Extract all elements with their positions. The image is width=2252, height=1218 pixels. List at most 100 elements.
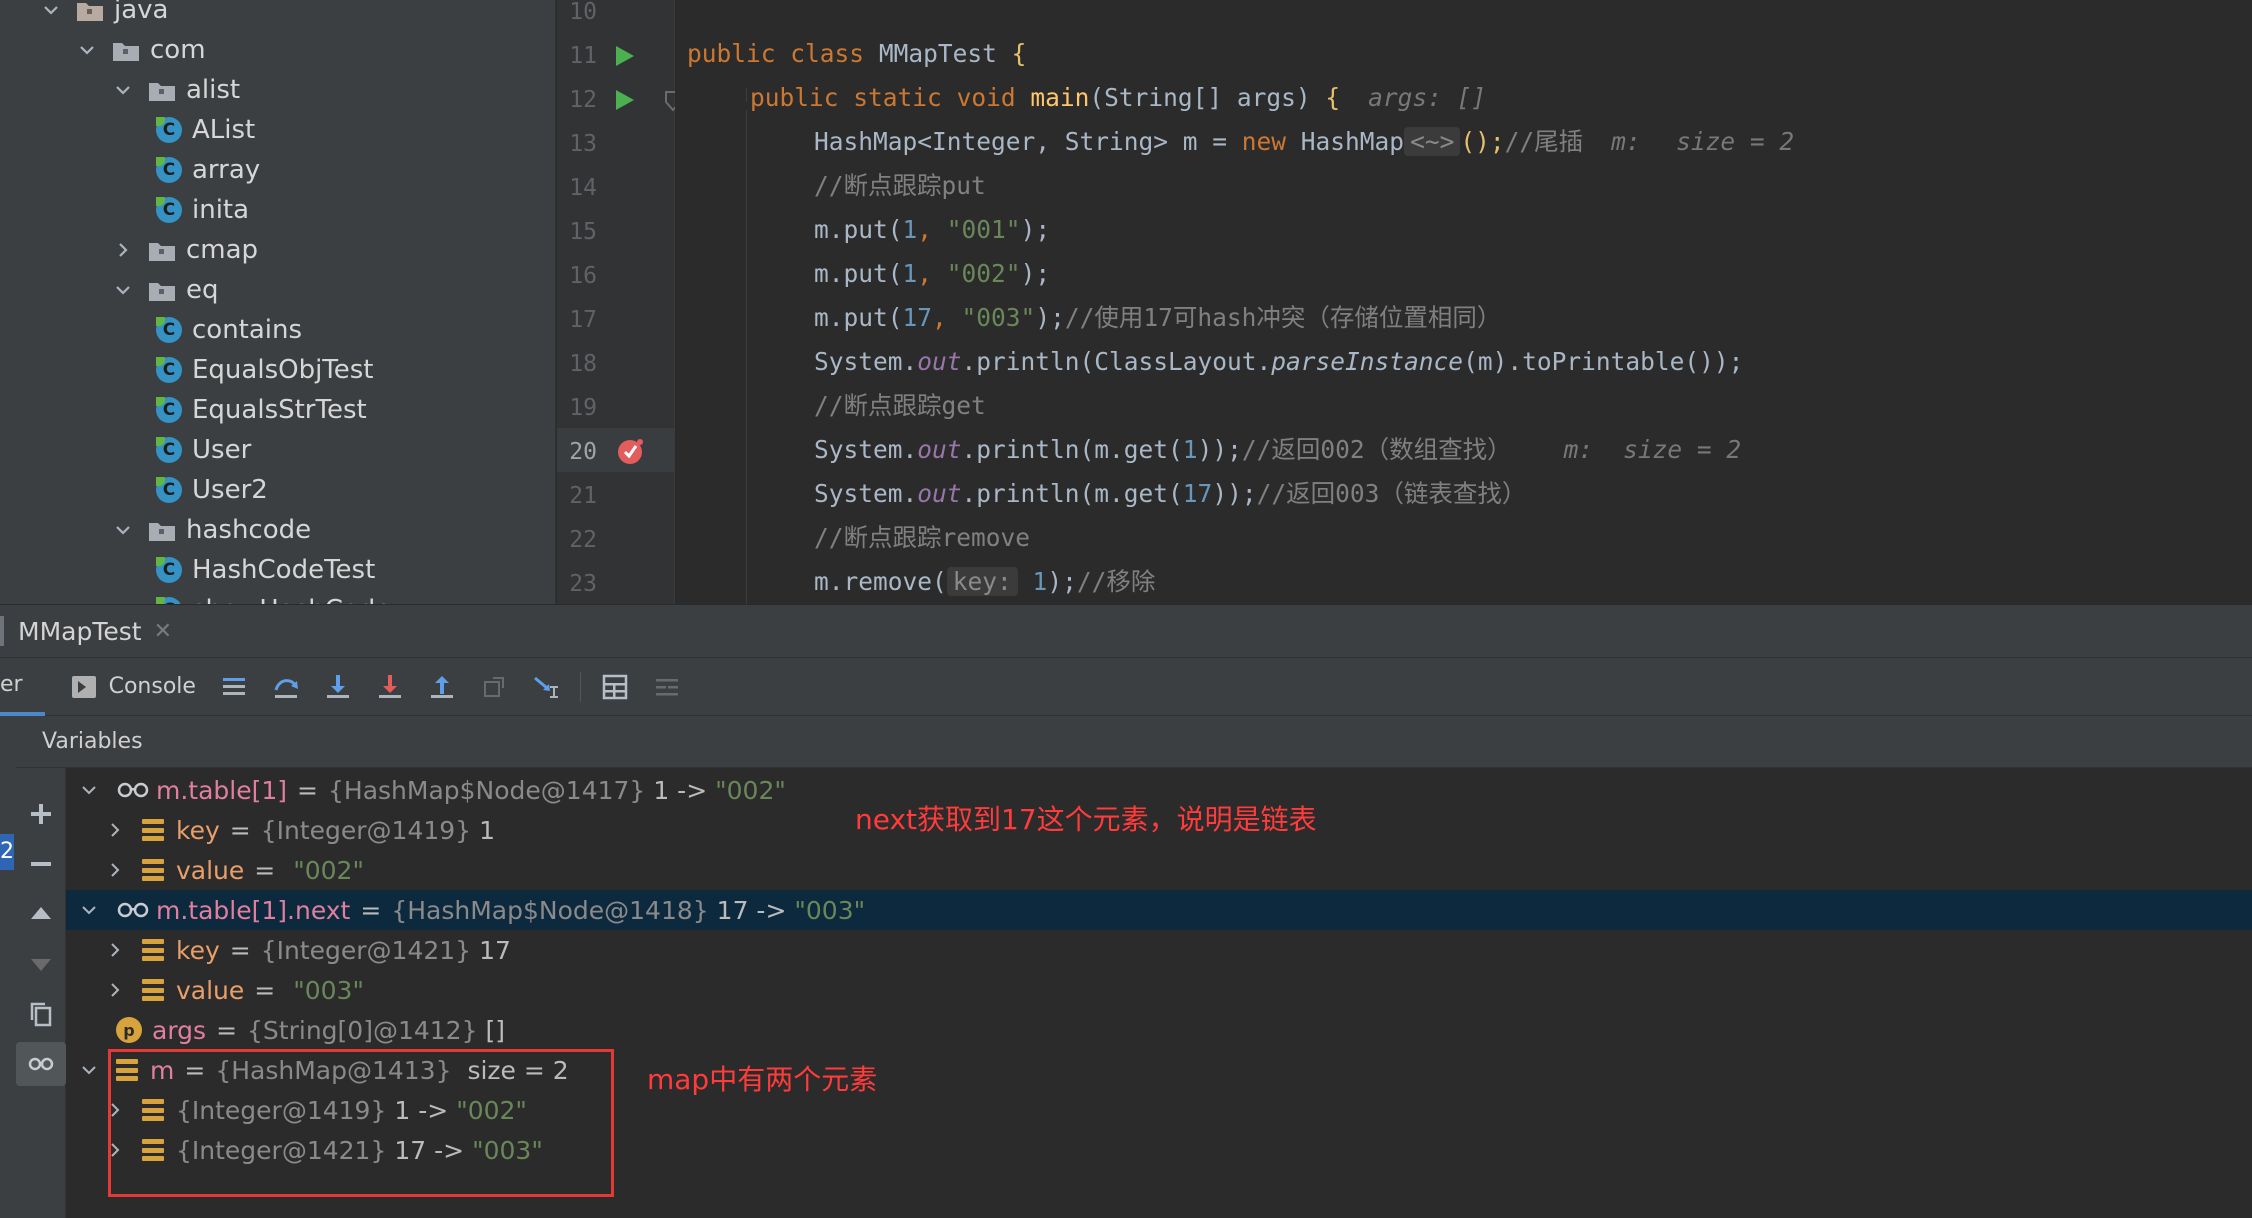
step-over-icon[interactable]	[268, 669, 304, 705]
chevron-right-icon[interactable]	[112, 239, 134, 261]
run-class-icon[interactable]	[614, 44, 636, 68]
tree-item-label: EqualsStrTest	[192, 395, 367, 425]
tree-item-label: User	[192, 435, 252, 465]
step-into-icon[interactable]	[320, 669, 356, 705]
tree-folder-item[interactable]: eq	[0, 270, 219, 310]
tree-item-label: inita	[192, 195, 250, 225]
console-icon	[71, 675, 96, 698]
move-down-icon[interactable]	[16, 942, 66, 986]
line-number[interactable]: 18	[557, 342, 597, 386]
tab-debugger[interactable]: er	[0, 658, 45, 716]
chevron-right-icon[interactable]	[104, 819, 126, 841]
chevron-down-icon[interactable]	[112, 519, 134, 541]
chevron-down-icon[interactable]	[40, 0, 62, 21]
variable-name: m.table[1]	[156, 775, 288, 805]
tree-class-item[interactable]: Carray	[0, 150, 260, 190]
line-number[interactable]: 10	[557, 0, 597, 34]
tree-folder-item[interactable]: alist	[0, 70, 240, 110]
variables-header: Variables	[16, 716, 2252, 768]
variable-equals: =	[229, 815, 251, 845]
variable-row[interactable]: p args = {String[0]@1412}[]	[66, 1010, 2252, 1050]
tree-class-item[interactable]: C EqualsStrTest	[0, 390, 367, 430]
debug-tab-strip: MMapTest ✕	[0, 604, 2252, 658]
package-folder-icon	[112, 39, 140, 61]
code-line-20: System.out.println(m.get(1));//返回002（数组查…	[814, 435, 1742, 464]
evaluate-expression-icon[interactable]	[597, 669, 633, 705]
tab-console[interactable]: Console	[71, 674, 196, 699]
chevron-right-icon[interactable]	[104, 979, 126, 1001]
chevron-down-icon[interactable]	[112, 79, 134, 101]
line-number[interactable]: 17	[557, 298, 597, 342]
step-out-icon[interactable]	[424, 669, 460, 705]
line-number[interactable]: 16	[557, 254, 597, 298]
line-number[interactable]: 13	[557, 122, 597, 166]
chevron-down-icon[interactable]	[78, 779, 100, 801]
tree-class-item[interactable]: C HashCodeTest	[0, 550, 375, 590]
add-watch-icon[interactable]	[16, 792, 66, 836]
show-watches-icon[interactable]	[16, 1042, 66, 1086]
project-tree: java com alist C AList Carray Cinita cmap eq Ccon…	[0, 0, 556, 604]
variable-name: args	[152, 1015, 207, 1045]
chevron-right-icon[interactable]	[104, 939, 126, 961]
tree-folder-item[interactable]: com	[0, 30, 206, 70]
line-number[interactable]: 15	[557, 210, 597, 254]
frames-layout-icon[interactable]	[216, 669, 252, 705]
line-number[interactable]: 19	[557, 386, 597, 430]
tree-class-item[interactable]: Ccontains	[0, 310, 302, 350]
trace-stream-icon[interactable]	[649, 669, 685, 705]
line-number[interactable]: 22	[557, 518, 597, 562]
chevron-down-icon[interactable]	[76, 39, 98, 61]
package-folder-icon	[148, 239, 176, 261]
breakpoint-icon[interactable]	[616, 436, 646, 466]
tree-class-item[interactable]: Cinita	[0, 190, 249, 230]
tree-folder-item[interactable]: java	[0, 0, 168, 30]
package-folder-icon	[148, 79, 176, 101]
java-class-icon: C	[156, 557, 182, 583]
field-icon	[142, 859, 164, 881]
remove-watch-icon[interactable]	[16, 842, 66, 886]
drop-frame-icon[interactable]	[476, 669, 512, 705]
chevron-down-icon[interactable]	[78, 1059, 100, 1081]
chevron-down-icon[interactable]	[112, 279, 134, 301]
variable-string-value: "003"	[293, 975, 364, 1005]
variable-name: value	[176, 975, 245, 1005]
close-tab-icon[interactable]: ✕	[154, 619, 172, 644]
tree-class-item[interactable]: CshowHashCode	[0, 590, 391, 604]
tree-class-item[interactable]: C AList	[0, 110, 255, 150]
variable-row[interactable]: value = "003"	[66, 970, 2252, 1010]
tree-item-label: java	[114, 0, 169, 25]
copy-icon[interactable]	[16, 992, 66, 1036]
code-line-11: public class MMapTest {	[687, 39, 1027, 68]
line-number[interactable]: 20	[557, 430, 597, 474]
annotation-next-note: next获取到17这个元素，说明是链表	[855, 803, 1317, 836]
debug-tab-mmaptest[interactable]: MMapTest ✕	[18, 617, 172, 646]
tree-item-label: com	[150, 35, 206, 65]
variable-row[interactable]: m.table[1].next = {HashMap$Node@1418} 17 ->…	[66, 890, 2252, 930]
variable-row[interactable]: key = {Integer@1421} 17	[66, 930, 2252, 970]
tree-folder-item[interactable]: cmap	[0, 230, 258, 270]
variable-type: {Integer@1421}	[260, 935, 472, 965]
move-up-icon[interactable]	[16, 892, 66, 936]
run-to-cursor-icon[interactable]	[528, 669, 564, 705]
tree-class-item[interactable]: C User	[0, 430, 251, 470]
tree-class-item[interactable]: C EqualsObjTest	[0, 350, 374, 390]
run-main-icon[interactable]	[614, 88, 636, 112]
line-number[interactable]: 21	[557, 474, 597, 518]
force-step-into-icon[interactable]	[372, 669, 408, 705]
line-number[interactable]: 23	[557, 562, 597, 606]
line-number[interactable]: 11	[557, 34, 597, 78]
variable-equals: =	[254, 855, 276, 885]
tree-item-label: HashCodeTest	[192, 555, 376, 585]
code-line-14: //断点跟踪put	[814, 171, 986, 200]
line-number[interactable]: 12	[557, 78, 597, 122]
variable-row[interactable]: value = "002"	[66, 850, 2252, 890]
code-editor[interactable]: public class MMapTest { public static vo…	[675, 0, 2252, 604]
frame-badge[interactable]: 2	[0, 834, 14, 870]
line-number[interactable]: 14	[557, 166, 597, 210]
tree-class-item[interactable]: C User2	[0, 470, 268, 510]
chevron-down-icon[interactable]	[78, 899, 100, 921]
chevron-right-icon[interactable]	[104, 859, 126, 881]
code-line-16: m.put(1, "002");	[814, 259, 1051, 288]
variable-equals: =	[216, 1015, 238, 1045]
tree-folder-item[interactable]: hashcode	[0, 510, 311, 550]
